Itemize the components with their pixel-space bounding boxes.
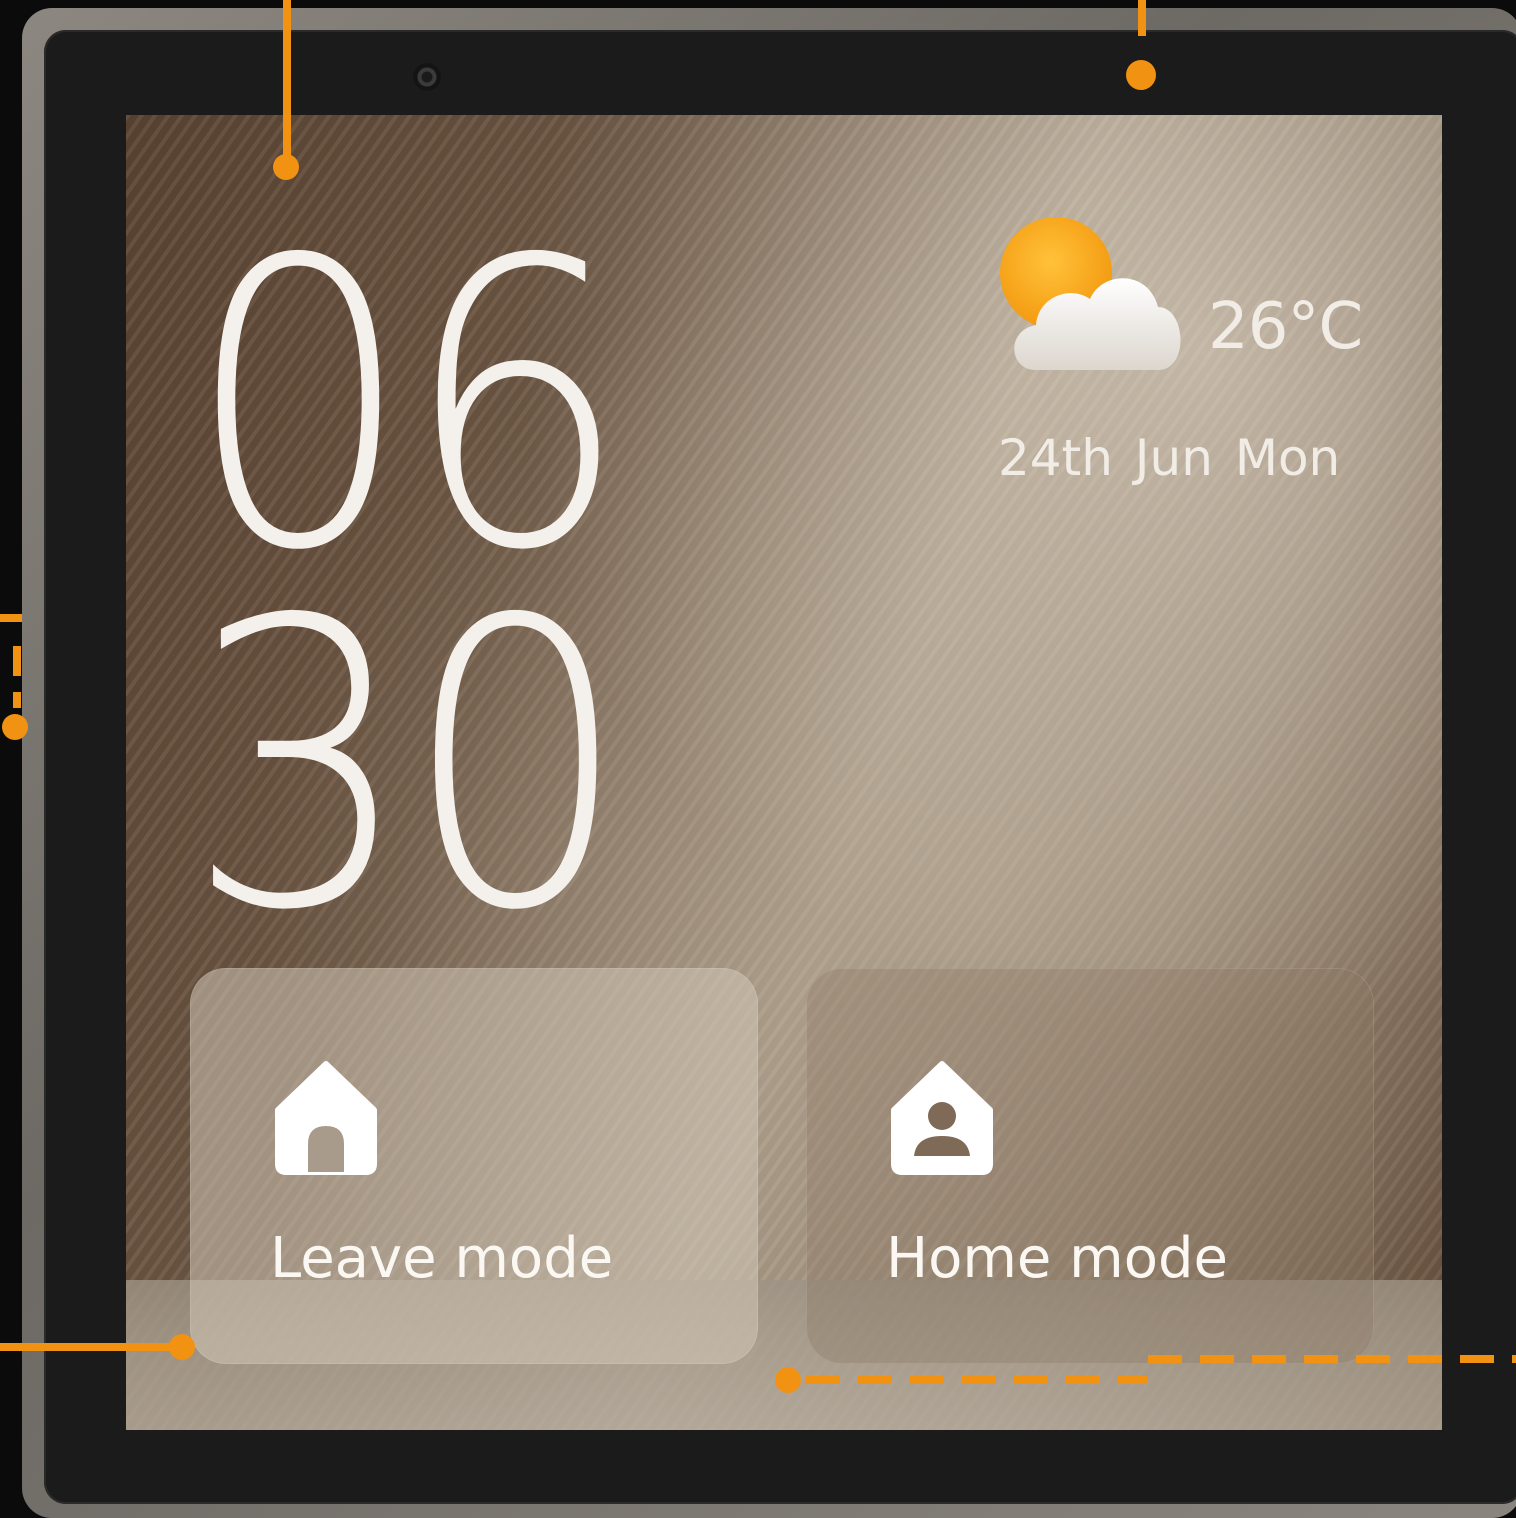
- temperature: 26°C: [1208, 290, 1363, 364]
- house-icon: [275, 1061, 377, 1175]
- callout-dot-side: [2, 714, 28, 740]
- clock-minutes: 30: [186, 537, 629, 997]
- callout-line-clock: [283, 0, 291, 160]
- callout-line-side-dash-2: [13, 692, 21, 708]
- callout-dash-bottom: [806, 1376, 1148, 1384]
- callout-line-side-dash: [13, 646, 21, 676]
- callout-line-leave: [0, 1343, 178, 1351]
- light-sensor: [1126, 60, 1156, 90]
- partly-cloudy-icon: [1000, 217, 1181, 370]
- callout-line-side: [0, 614, 22, 622]
- leave-mode-button[interactable]: Leave mode: [190, 968, 758, 1364]
- home-mode-button[interactable]: Home mode: [806, 968, 1374, 1364]
- callout-dash-right: [1148, 1355, 1516, 1363]
- home-mode-label: Home mode: [886, 1226, 1228, 1291]
- callout-dot-leave: [169, 1334, 195, 1360]
- callout-line-sensor: [1138, 0, 1146, 36]
- callout-dot-clock: [273, 154, 299, 180]
- touch-screen: 06 30 26°C 24th Jun Mon Leave mode Home …: [126, 115, 1442, 1430]
- leave-mode-label: Leave mode: [270, 1226, 614, 1291]
- callout-dot-bottom: [775, 1367, 801, 1393]
- house-person-icon: [891, 1061, 993, 1175]
- camera-lens: [413, 63, 441, 91]
- date-label: 24th Jun Mon: [998, 429, 1341, 487]
